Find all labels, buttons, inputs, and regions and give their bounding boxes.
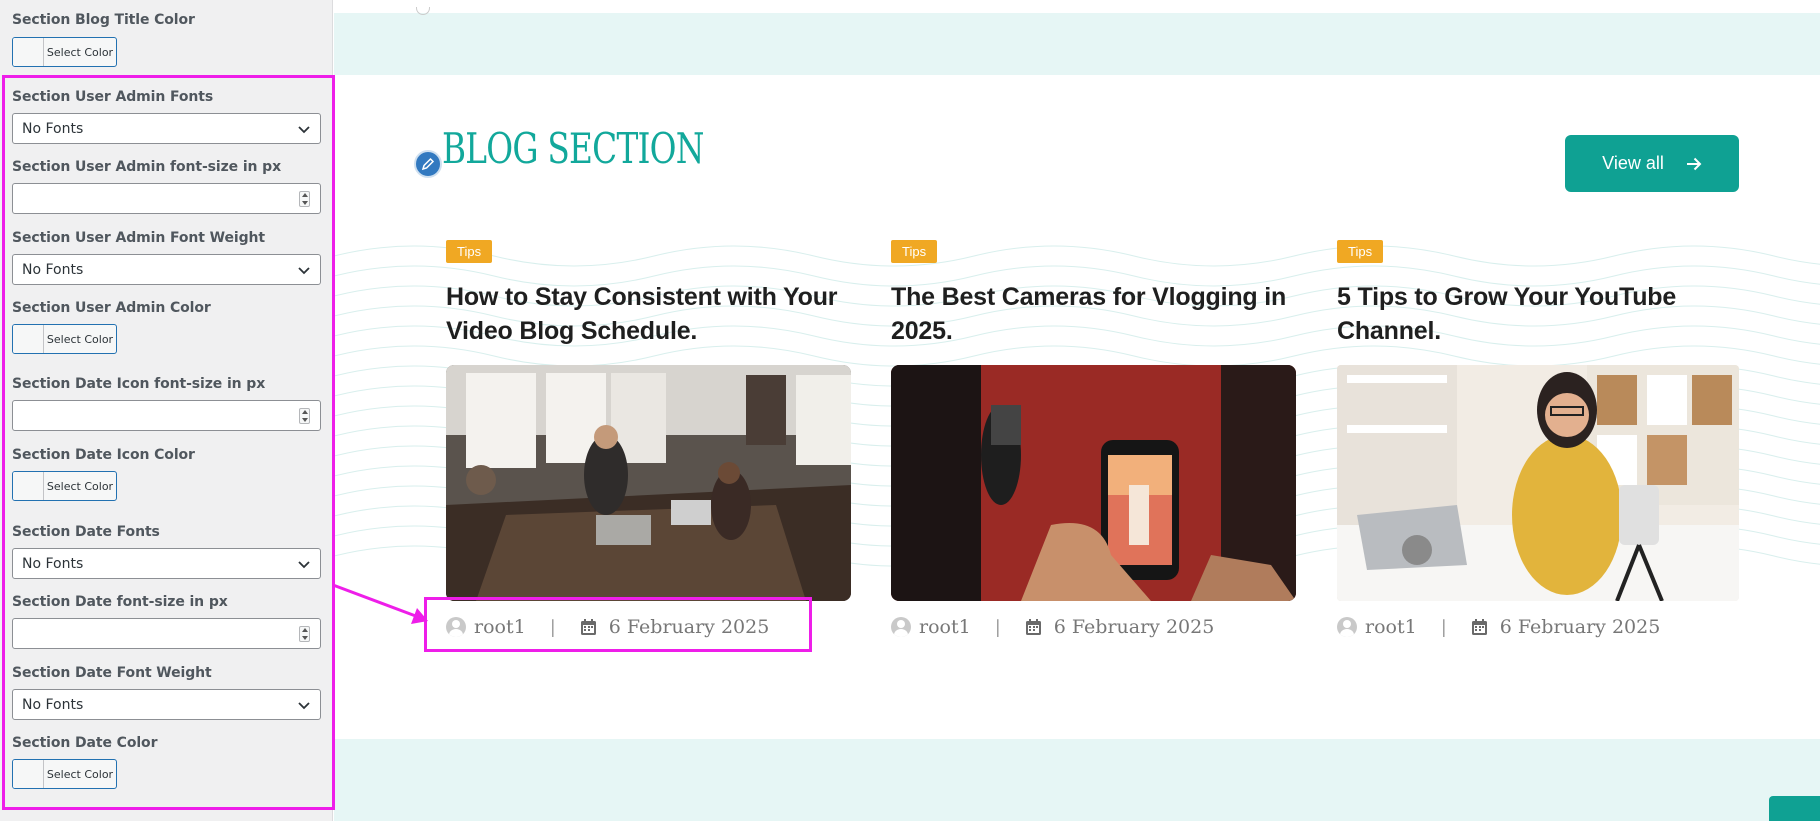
post-meta: root1 | 6 February 2025 — [1337, 612, 1739, 642]
user-admin-font-weight-select[interactable]: No Fonts — [12, 254, 321, 285]
calendar-icon — [1471, 619, 1487, 635]
post-author[interactable]: root1 — [474, 616, 526, 638]
chevron-down-icon — [298, 561, 310, 569]
number-stepper[interactable] — [299, 626, 310, 642]
blog-card[interactable]: Tips The Best Cameras for Vlogging in 20… — [891, 240, 1296, 642]
view-all-button[interactable]: View all — [1565, 135, 1739, 192]
meta-separator: | — [1440, 616, 1447, 638]
number-stepper[interactable] — [299, 191, 310, 207]
post-meta: root1 | 6 February 2025 — [891, 612, 1296, 642]
post-meta: root1 | 6 February 2025 — [446, 612, 851, 642]
chevron-down-icon — [298, 126, 310, 134]
pencil-icon — [414, 150, 442, 178]
post-thumbnail[interactable] — [446, 365, 851, 601]
post-title[interactable]: The Best Cameras for Vlogging in 2025. — [891, 280, 1296, 350]
field-label-date-font-size: Section Date font-size in px — [12, 594, 228, 610]
post-author[interactable]: root1 — [1365, 616, 1417, 638]
date-icon-color-button[interactable]: Select Color — [12, 471, 117, 501]
color-swatch — [13, 325, 44, 353]
arrow-right-icon — [1686, 157, 1702, 170]
top-band — [334, 7, 1820, 75]
post-title[interactable]: 5 Tips to Grow Your YouTube Channel. — [1337, 280, 1739, 350]
field-label-blog-title-color: Section Blog Title Color — [12, 12, 195, 28]
field-label-user-admin-font-size: Section User Admin font-size in px — [12, 159, 282, 175]
blog-card[interactable]: Tips 5 Tips to Grow Your YouTube Channel… — [1337, 240, 1739, 642]
blog-title-color-button[interactable]: Select Color — [12, 37, 117, 67]
post-thumbnail[interactable] — [891, 365, 1296, 601]
meta-separator: | — [549, 616, 556, 638]
chevron-down-icon — [298, 702, 310, 710]
field-label-user-admin-color: Section User Admin Color — [12, 300, 211, 316]
date-fonts-select[interactable]: No Fonts — [12, 548, 321, 579]
date-font-weight-select[interactable]: No Fonts — [12, 689, 321, 720]
field-label-date-font-weight: Section Date Font Weight — [12, 665, 212, 681]
color-swatch — [13, 760, 44, 788]
blog-card[interactable]: Tips How to Stay Consistent with Your Vi… — [446, 240, 851, 642]
user-admin-font-size-input[interactable] — [12, 183, 321, 214]
date-icon-font-size-input[interactable] — [12, 400, 321, 431]
user-admin-color-button[interactable]: Select Color — [12, 324, 117, 354]
post-thumbnail[interactable] — [1337, 365, 1739, 601]
bottom-band — [334, 739, 1820, 821]
section-title: BLOG SECTION — [442, 124, 704, 173]
post-date[interactable]: 6 February 2025 — [1500, 616, 1661, 638]
user-icon — [446, 617, 466, 637]
post-date[interactable]: 6 February 2025 — [1054, 616, 1215, 638]
scroll-indicator-icon — [416, 7, 430, 15]
site-preview: BLOG SECTION View all Tips How to Stay C… — [334, 0, 1820, 821]
field-label-date-fonts: Section Date Fonts — [12, 524, 160, 540]
calendar-icon — [580, 619, 596, 635]
post-title[interactable]: How to Stay Consistent with Your Video B… — [446, 280, 851, 350]
user-admin-fonts-select[interactable]: No Fonts — [12, 113, 321, 144]
calendar-icon — [1025, 619, 1041, 635]
category-tag[interactable]: Tips — [1337, 240, 1384, 263]
annotation-arrow-icon — [332, 583, 428, 624]
field-label-date-icon-font-size: Section Date Icon font-size in px — [12, 376, 266, 392]
user-icon — [1337, 617, 1357, 637]
field-label-user-admin-font-weight: Section User Admin Font Weight — [12, 230, 265, 246]
meta-separator: | — [994, 616, 1001, 638]
color-swatch — [13, 38, 44, 66]
category-tag[interactable]: Tips — [891, 240, 938, 263]
category-tag[interactable]: Tips — [446, 240, 493, 263]
date-font-size-input[interactable] — [12, 618, 321, 649]
post-date[interactable]: 6 February 2025 — [609, 616, 770, 638]
date-color-button[interactable]: Select Color — [12, 759, 117, 789]
field-label-user-admin-fonts: Section User Admin Fonts — [12, 89, 214, 105]
number-stepper[interactable] — [299, 408, 310, 424]
field-label-date-icon-color: Section Date Icon Color — [12, 447, 195, 463]
user-icon — [891, 617, 911, 637]
color-swatch — [13, 472, 44, 500]
post-author[interactable]: root1 — [919, 616, 971, 638]
customizer-panel: Section Blog Title Color Select Color Se… — [0, 0, 333, 821]
scroll-to-top-button[interactable] — [1769, 796, 1820, 821]
chevron-down-icon — [298, 267, 310, 275]
field-label-date-color: Section Date Color — [12, 735, 158, 751]
